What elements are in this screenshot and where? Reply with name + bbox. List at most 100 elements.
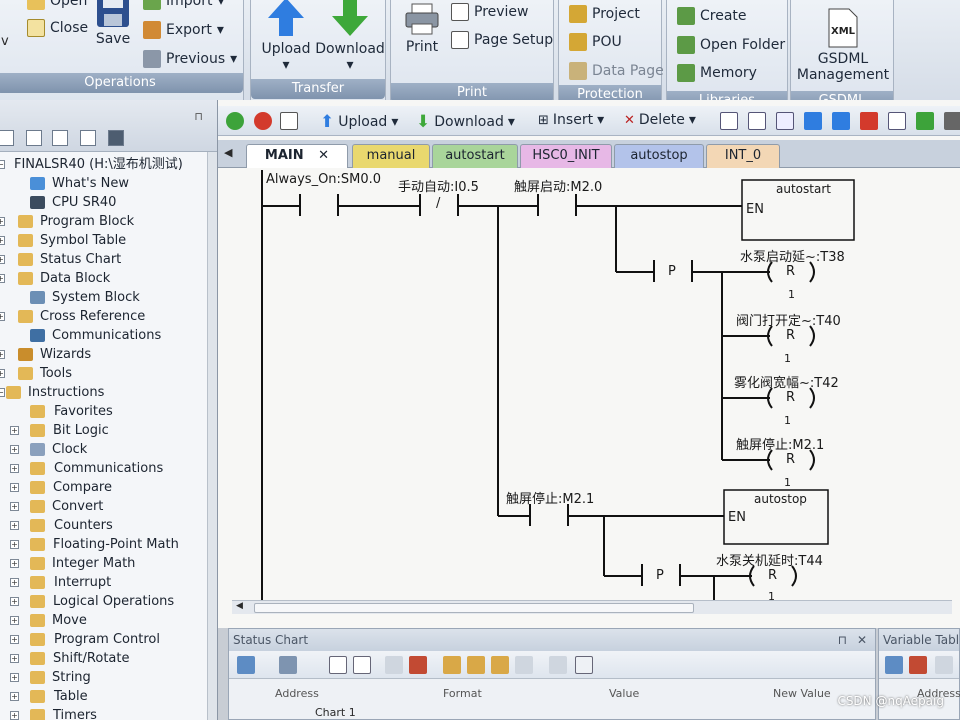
expand-icon[interactable]: + (10, 521, 19, 530)
insert-button[interactable]: ⊞ Insert ▾ (538, 112, 604, 128)
expand-icon[interactable]: + (10, 502, 19, 511)
tree-item[interactable]: System Block (0, 288, 207, 307)
chart-tool-icon[interactable] (549, 656, 567, 674)
instruction-category[interactable]: + Logical Operations (0, 592, 207, 611)
tree-item[interactable]: + Symbol Table (0, 231, 207, 250)
contact-touch-start[interactable]: 触屏启动:M2.0 (514, 176, 602, 195)
instruction-category[interactable]: Favorites (0, 402, 207, 421)
ladder-canvas[interactable]: Always_On:SM0.0 手动自动:I0.5 / 触屏启动:M2.0 au… (232, 170, 960, 600)
tab-autostart[interactable]: autostart (432, 144, 518, 168)
contact-manual-auto[interactable]: 手动自动:I0.5 (398, 176, 479, 195)
memory-button[interactable]: Memory (677, 64, 757, 82)
save-button[interactable]: Save (93, 0, 133, 47)
download-button[interactable]: Download ▾ (315, 0, 385, 73)
instruction-category[interactable]: + Integer Math (0, 554, 207, 573)
tree-item[interactable]: + Wizards (0, 345, 207, 364)
expand-icon[interactable]: + (10, 426, 19, 435)
table-tool-icon[interactable] (935, 656, 953, 674)
expand-icon[interactable]: + (10, 559, 19, 568)
instruction-category[interactable]: + Compare (0, 478, 207, 497)
scroll-left-icon[interactable]: ◀ (236, 601, 243, 611)
expand-icon[interactable]: + (10, 578, 19, 587)
network-icons[interactable] (720, 112, 960, 130)
editor-download-button[interactable]: ⬇ Download ▾ (416, 112, 515, 132)
expand-icon[interactable]: + (0, 274, 5, 283)
instruction-category[interactable]: + Floating-Point Math (0, 535, 207, 554)
expand-icon[interactable]: + (10, 597, 19, 606)
tab-hsc0-init[interactable]: HSC0_INIT (520, 144, 612, 168)
chart-tool-icon[interactable] (575, 656, 593, 674)
chart-tool-icon[interactable] (491, 656, 509, 674)
pin-icon[interactable]: ⊓ (194, 110, 203, 123)
expand-icon[interactable]: + (10, 483, 19, 492)
tree-root[interactable]: − FINALSR40 (H:\湿布机测试) (0, 155, 207, 174)
open-button[interactable]: Open (27, 0, 87, 10)
chart-tool-icon[interactable] (515, 656, 533, 674)
stop-icon[interactable] (254, 112, 272, 130)
monitor-icon[interactable] (108, 130, 124, 146)
expand-icon[interactable]: + (10, 635, 19, 644)
instruction-category[interactable]: + String (0, 668, 207, 687)
close-button[interactable]: Close (27, 19, 88, 37)
tab-close-icon[interactable]: ✕ (318, 148, 329, 163)
open-folder-button[interactable]: Open Folder (677, 36, 785, 54)
tree-tool-icon[interactable] (80, 130, 96, 146)
chart-tab[interactable]: Chart 1 (315, 706, 356, 719)
scroll-thumb[interactable] (254, 603, 694, 613)
tab-manual[interactable]: manual (352, 144, 430, 168)
collapse-icon[interactable]: − (0, 160, 5, 169)
editor-upload-button[interactable]: ⬆ Upload ▾ (320, 112, 398, 132)
expand-icon[interactable]: + (0, 236, 5, 245)
protect-project-button[interactable]: Project (569, 5, 640, 23)
tree-scrollbar[interactable] (207, 152, 217, 720)
coil-t42-label[interactable]: 雾化阀宽幅~:T42 (734, 372, 839, 391)
upload-button[interactable]: Upload ▾ (257, 0, 315, 73)
expand-icon[interactable]: + (10, 464, 19, 473)
previous-button[interactable]: Previous ▾ (143, 50, 237, 68)
coil-t44-label[interactable]: 水泵关机延时:T44 (716, 550, 823, 569)
gsdml-management-button[interactable]: XML GSDML Management (795, 8, 891, 83)
instruction-category[interactable]: + Convert (0, 497, 207, 516)
instruction-category[interactable]: + Clock (0, 440, 207, 459)
run-icon[interactable] (226, 112, 244, 130)
compile-icon[interactable] (280, 112, 298, 130)
instruction-category[interactable]: + Table (0, 687, 207, 706)
tree-item[interactable]: + Tools (0, 364, 207, 383)
instruction-category[interactable]: + Program Control (0, 630, 207, 649)
panel-pin-icon[interactable]: ⊓ (838, 629, 847, 651)
instruction-category[interactable]: + Bit Logic (0, 421, 207, 440)
chart-tool-icon[interactable] (353, 656, 371, 674)
expand-icon[interactable]: + (10, 445, 19, 454)
coil-t38-label[interactable]: 水泵启动延~:T38 (740, 246, 845, 265)
protect-data-page-button[interactable]: Data Page (569, 62, 664, 80)
expand-icon[interactable]: + (0, 312, 5, 321)
expand-icon[interactable]: + (0, 217, 5, 226)
editor-hscrollbar[interactable]: ◀ (232, 600, 952, 614)
tree-item[interactable]: What's New (0, 174, 207, 193)
add-row-icon[interactable] (885, 656, 903, 674)
tab-scroll-left-icon[interactable]: ◀ (224, 146, 232, 159)
tab-main[interactable]: MAIN ✕ (246, 144, 348, 168)
panel-close-icon[interactable]: ✕ (857, 629, 867, 651)
chart-tool-icon[interactable] (329, 656, 347, 674)
tree-item[interactable]: + Cross Reference (0, 307, 207, 326)
expand-icon[interactable]: + (10, 673, 19, 682)
print-button[interactable]: Print (399, 2, 445, 55)
import-button[interactable]: Import ▾ (143, 0, 225, 10)
expand-icon[interactable]: + (10, 540, 19, 549)
coil-t40-label[interactable]: 阀门打开定~:T40 (736, 310, 841, 329)
preview-button[interactable]: Preview (451, 3, 529, 21)
instruction-category[interactable]: + Shift/Rotate (0, 649, 207, 668)
expand-icon[interactable]: + (10, 711, 19, 720)
export-button[interactable]: Export ▾ (143, 21, 224, 39)
chart-tool-icon[interactable] (385, 656, 403, 674)
autostart-box-name[interactable]: autostart (776, 182, 831, 196)
delete-button[interactable]: ✕ Delete ▾ (624, 112, 696, 128)
chart-tool-icon[interactable] (467, 656, 485, 674)
instruction-category[interactable]: + Counters (0, 516, 207, 535)
tree-item[interactable]: + Status Chart (0, 250, 207, 269)
tab-autostop[interactable]: autostop (614, 144, 704, 168)
tree-item[interactable]: CPU SR40 (0, 193, 207, 212)
tree-tool-icon[interactable] (26, 130, 42, 146)
instruction-category[interactable]: + Move (0, 611, 207, 630)
